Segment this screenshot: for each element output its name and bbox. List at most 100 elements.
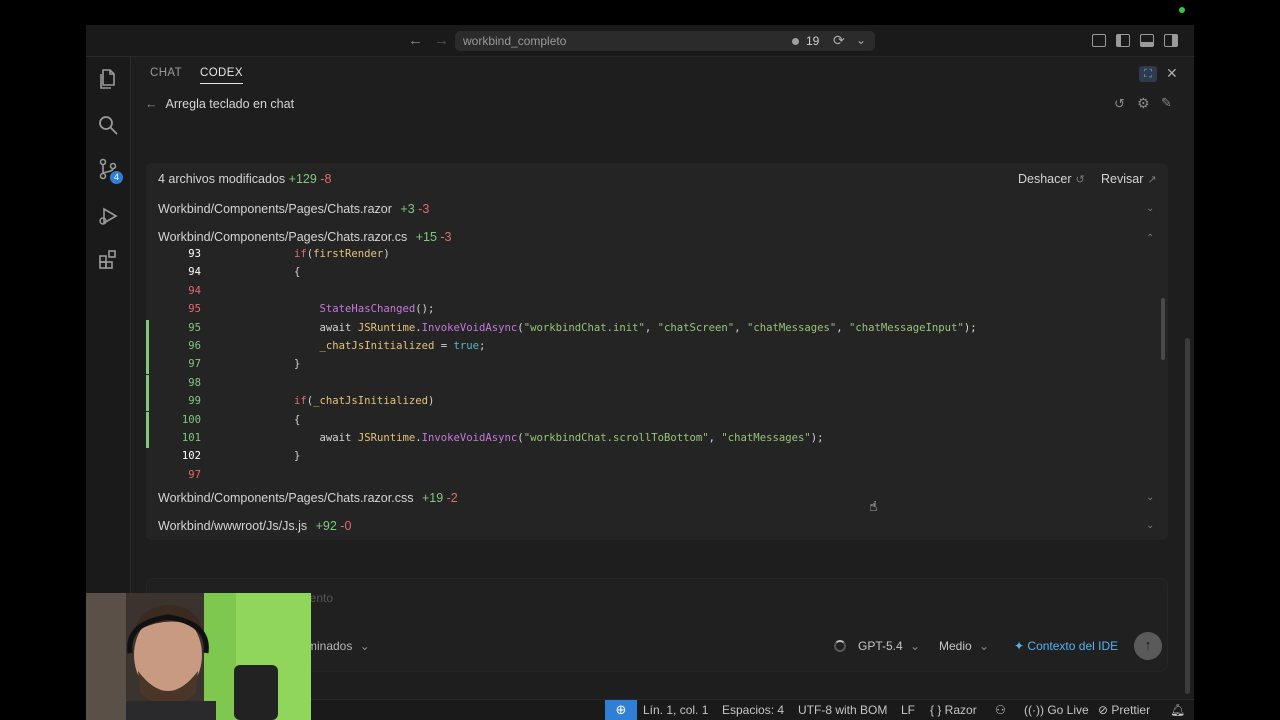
code-token: if xyxy=(294,248,307,260)
code-token: (); xyxy=(415,303,435,316)
model-dropdown[interactable]: GPT-5.4 ⌄ xyxy=(858,639,920,653)
chevron-down-icon: ⌄ xyxy=(359,639,370,653)
run-debug-icon[interactable] xyxy=(97,205,119,227)
code-token: ); xyxy=(810,432,824,444)
undo-label: Deshacer xyxy=(1018,172,1072,186)
bell-icon[interactable]: 🔔︎ xyxy=(1170,703,1185,717)
panel-scrollbar[interactable] xyxy=(1185,338,1190,694)
file-row[interactable]: Workbind/Components/Pages/Chats.razor.cs… xyxy=(158,230,452,244)
undo-icon: ↺ xyxy=(1075,174,1085,186)
diff-scrollbar[interactable] xyxy=(1161,298,1165,360)
code-token: InvokeVoidAsync xyxy=(421,432,518,444)
chevron-up-icon[interactable]: ⌃ xyxy=(1146,233,1154,244)
code-token: , xyxy=(836,321,850,334)
code-token: JSRuntime xyxy=(357,321,416,334)
code-token: { xyxy=(294,266,301,279)
code-token: JSRuntime xyxy=(357,432,416,444)
diff-line: 99 if(_chatJsInitialized) xyxy=(146,393,1158,412)
code-token: } xyxy=(294,450,301,463)
code-token: = xyxy=(434,340,454,352)
diff-line: 102} xyxy=(146,448,1158,466)
diff-gutter-marker xyxy=(146,393,149,412)
command-center[interactable]: workbind_completo 19 ⟳ ⌄ xyxy=(455,31,875,51)
indentation[interactable]: Espacios: 4 xyxy=(722,703,784,717)
diff-gutter-marker xyxy=(146,448,149,466)
code-token: StateHasChanged xyxy=(319,303,416,316)
send-button[interactable]: ↑ xyxy=(1134,632,1162,660)
code-token: if xyxy=(294,395,307,408)
diff-line: 97} xyxy=(146,356,1158,375)
file-added: +15 xyxy=(415,230,437,244)
back-arrow-icon[interactable]: ← xyxy=(408,32,423,49)
diff-line: 94 { xyxy=(146,264,1158,282)
diff-line: 95 await JSRuntime.InvokeVoidAsync("workb… xyxy=(146,319,1158,338)
file-removed: -3 xyxy=(418,202,430,216)
maximize-panel-icon[interactable]: ⛶ xyxy=(1139,66,1157,82)
zoom-icon[interactable]: ⊕ xyxy=(605,700,637,720)
source-control-badge: 4 xyxy=(110,171,123,184)
sync-icon[interactable]: ⟳ xyxy=(833,32,845,49)
cursor-position[interactable]: Lín. 1, col. 1 xyxy=(643,703,708,717)
diff-gutter-marker xyxy=(146,374,149,393)
chevron-down-icon[interactable]: ⌄ xyxy=(1146,492,1154,503)
effort-dropdown[interactable]: Medio ⌄ xyxy=(939,639,989,653)
prettier-button[interactable]: ⊘ Prettier xyxy=(1098,703,1150,717)
close-icon[interactable]: ✕ xyxy=(1166,65,1178,82)
gear-icon[interactable]: ⚙ xyxy=(1137,95,1150,112)
file-removed: -0 xyxy=(340,519,352,533)
file-row[interactable]: Workbind/Components/Pages/Chats.razor.cs… xyxy=(158,491,458,505)
tab-codex[interactable]: CODEX xyxy=(200,67,243,84)
chevron-down-icon[interactable]: ⌄ xyxy=(856,33,866,47)
layout-grid-icon[interactable] xyxy=(1092,34,1106,47)
go-live-button[interactable]: ((·)) Go Live xyxy=(1024,703,1089,717)
encoding[interactable]: UTF-8 with BOM xyxy=(798,703,887,717)
code-token: firstRender xyxy=(313,248,384,260)
tab-chat[interactable]: CHAT xyxy=(150,67,182,79)
diff-line: 97 xyxy=(146,467,1158,485)
code-token: ) xyxy=(383,248,390,260)
file-row[interactable]: Workbind/wwwroot/Js/Js.js +92 -0 xyxy=(158,519,351,533)
diff-line: 95 StateHasChanged(); xyxy=(146,301,1158,319)
undo-button[interactable]: Deshacer ↺ xyxy=(1018,172,1085,186)
ide-context-button[interactable]: ✦ Contexto del IDE xyxy=(1014,639,1118,653)
file-added: +92 xyxy=(315,519,337,533)
line-number: 102 xyxy=(181,450,201,463)
code-token: true xyxy=(453,340,480,352)
model-label: GPT-5.4 xyxy=(858,639,903,653)
search-icon[interactable] xyxy=(97,114,119,136)
history-icon[interactable]: ↺ xyxy=(1114,96,1125,112)
code-text: if(firstRender) xyxy=(294,248,390,260)
file-row[interactable]: Workbind/Components/Pages/Chats.razor +3… xyxy=(158,202,429,216)
code-text: await JSRuntime.InvokeVoidAsync("workbin… xyxy=(320,322,977,334)
chevron-down-icon[interactable]: ⌄ xyxy=(1146,520,1154,531)
line-number: 94 xyxy=(188,284,201,297)
summary-added: +129 xyxy=(288,172,317,186)
back-arrow-icon[interactable]: ← xyxy=(145,97,158,111)
mouse-pointer-icon: ☝ xyxy=(869,498,878,514)
review-button[interactable]: Revisar ↗ xyxy=(1101,172,1157,186)
effort-label: Medio xyxy=(939,639,972,653)
toggle-panel-icon[interactable] xyxy=(1140,34,1154,47)
prettier-icon: ⊘ xyxy=(1098,703,1112,717)
new-chat-icon[interactable]: ✎ xyxy=(1161,95,1172,111)
webcam-image xyxy=(86,593,311,720)
camera-indicator xyxy=(1179,7,1185,13)
external-link-icon: ↗ xyxy=(1147,174,1157,186)
forward-arrow-icon[interactable]: → xyxy=(434,32,449,49)
diff-view[interactable]: 93 if(firstRender) 94 {94 95 StateHasChanged(… xyxy=(146,246,1158,486)
extensions-icon[interactable] xyxy=(97,248,119,270)
toggle-sidebar-icon[interactable] xyxy=(1116,34,1130,47)
code-token: , xyxy=(734,321,747,334)
loading-spinner-icon xyxy=(834,640,846,652)
code-token: "chatMessages" xyxy=(721,432,811,444)
line-ending[interactable]: LF xyxy=(901,703,915,717)
notification-count: 19 xyxy=(806,34,820,48)
code-text: } xyxy=(294,358,300,370)
language-mode[interactable]: { } Razor xyxy=(930,703,977,717)
diff-line: 100 { xyxy=(146,411,1158,430)
copilot-icon[interactable]: ⚇ xyxy=(995,703,1006,717)
line-number: 97 xyxy=(188,468,201,481)
explorer-icon[interactable] xyxy=(97,68,119,90)
chevron-down-icon[interactable]: ⌄ xyxy=(1146,203,1154,214)
toggle-secondary-sidebar-icon[interactable] xyxy=(1164,34,1178,47)
